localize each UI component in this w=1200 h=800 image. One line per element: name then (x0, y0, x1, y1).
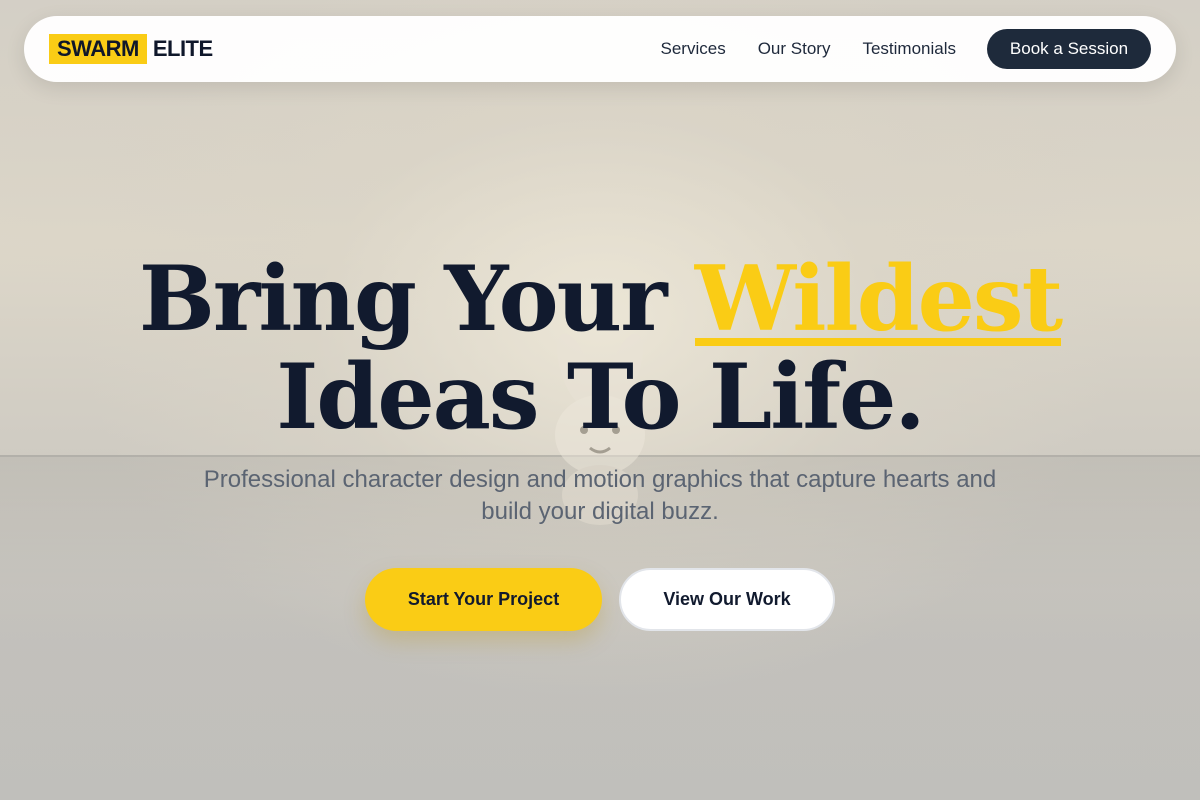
hero-subtitle: Professional character design and motion… (203, 466, 997, 525)
book-session-button[interactable]: Book a Session (987, 29, 1151, 69)
hero-title-part1: Bring Your (138, 246, 668, 352)
top-navbar: SWARM ELITE Services Our Story Testimoni… (24, 16, 1176, 82)
brand-logo[interactable]: SWARM ELITE (49, 34, 213, 64)
start-project-button[interactable]: Start Your Project (365, 568, 602, 631)
hero-title-accent: Wildest (694, 246, 1063, 352)
landing-page: SWARM ELITE Services Our Story Testimoni… (0, 0, 1200, 800)
nav-link-services[interactable]: Services (661, 39, 726, 59)
nav-links: Services Our Story Testimonials (661, 16, 956, 82)
hero-title-line-1: Bring Your Wildest (0, 250, 1200, 348)
nav-link-testimonials[interactable]: Testimonials (862, 39, 956, 59)
logo-mark: SWARM (49, 34, 147, 64)
nav-link-our-story[interactable]: Our Story (758, 39, 831, 59)
logo-word: ELITE (152, 36, 213, 61)
hero-title: Bring Your Wildest Ideas To Life. (0, 250, 1200, 446)
view-work-button[interactable]: View Our Work (619, 568, 835, 631)
hero-title-line-2: Ideas To Life. (276, 344, 925, 450)
